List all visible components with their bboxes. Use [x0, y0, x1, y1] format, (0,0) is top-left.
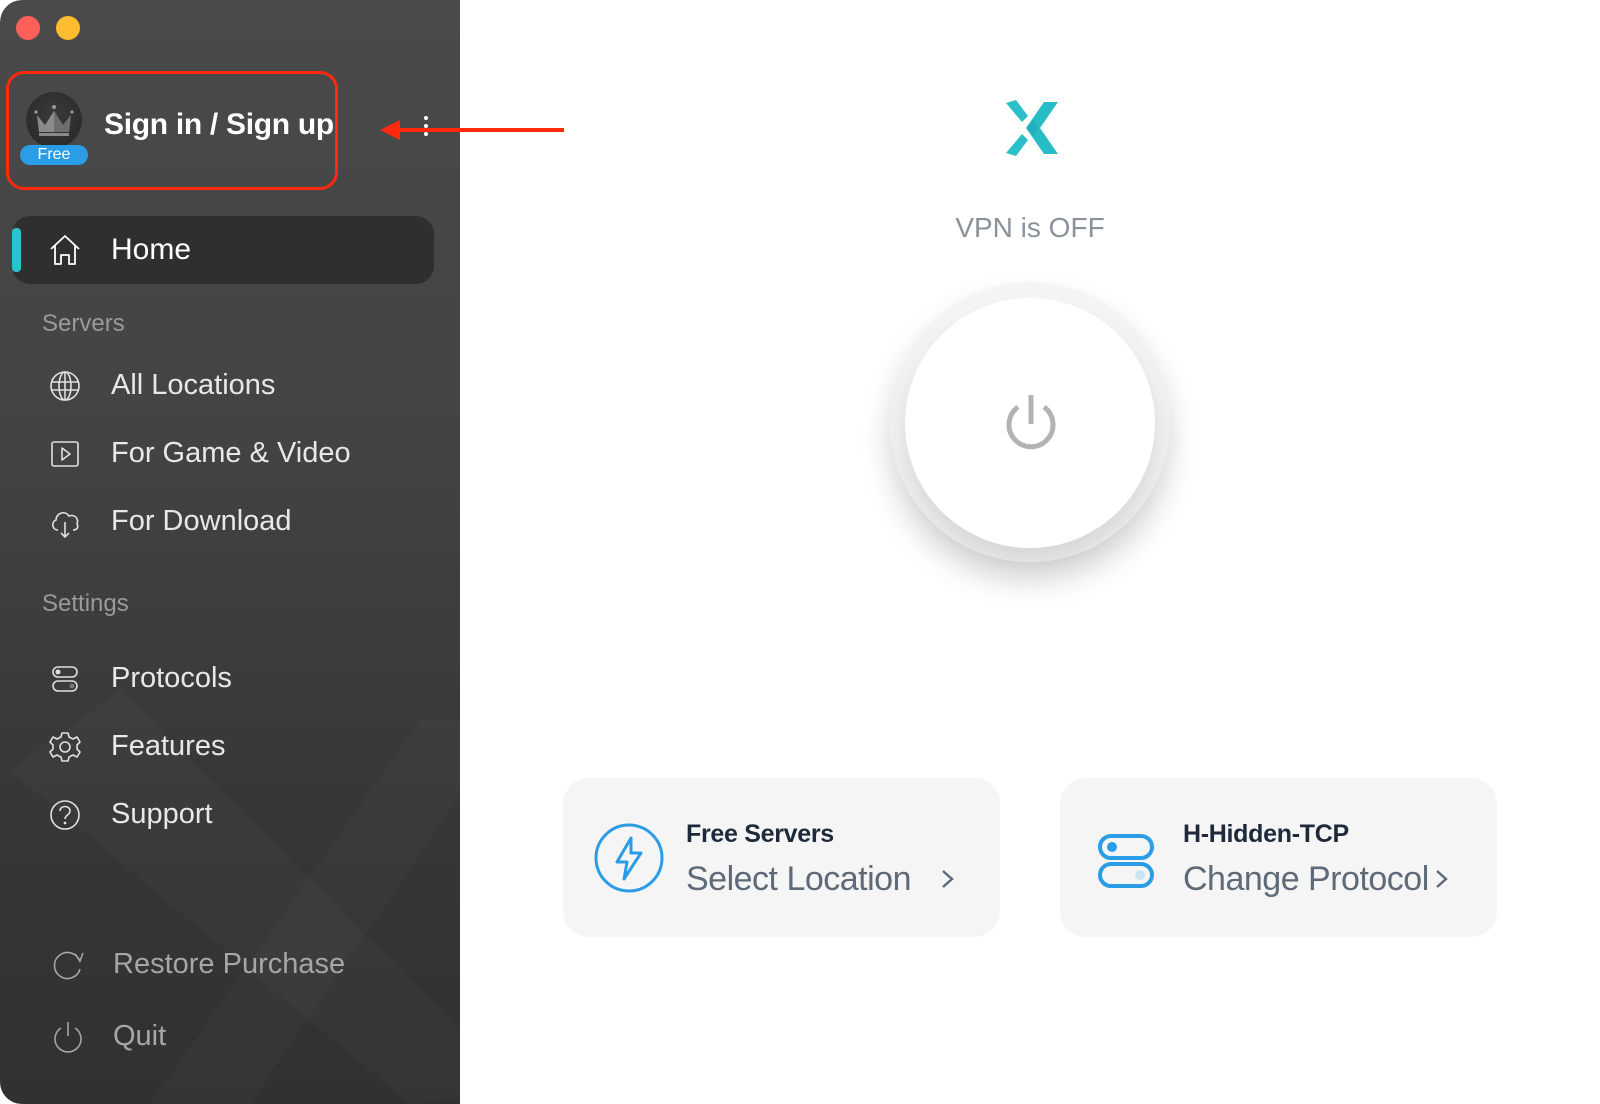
sidebar-item-label: For Download: [111, 505, 292, 537]
app-window: Free Sign in / Sign up Home Servers All …: [0, 0, 1600, 1104]
sidebar-item-label: Support: [111, 798, 213, 830]
sidebar-item-label: Home: [111, 233, 192, 266]
power-icon: [1006, 395, 1056, 450]
active-indicator: [12, 228, 21, 272]
chevron-right-icon: [942, 870, 954, 888]
sidebar-item-label: All Locations: [111, 369, 276, 401]
sidebar-item-label: Features: [111, 730, 226, 762]
toggles-icon: [1098, 834, 1154, 888]
sidebar-item-protocols[interactable]: Protocols: [0, 650, 460, 706]
play-icon: [51, 441, 79, 467]
sidebar-item-support[interactable]: Support: [0, 786, 460, 842]
sidebar-item-label: Protocols: [111, 662, 232, 694]
section-label-settings: Settings: [42, 590, 129, 617]
home-icon: [50, 235, 80, 265]
refresh-icon: [53, 951, 84, 980]
kebab-menu-icon[interactable]: [420, 116, 432, 144]
signin-label: Sign in / Sign up: [104, 108, 334, 141]
avatar: [26, 92, 82, 148]
x-vpn-logo: [1006, 100, 1058, 156]
restore-purchase-button[interactable]: Restore Purchase: [0, 936, 460, 992]
protocol-card[interactable]: H-Hidden-TCP Change Protocol: [1060, 778, 1497, 937]
card-title: H-Hidden-TCP: [1183, 820, 1349, 848]
connect-button[interactable]: [905, 298, 1155, 548]
sidebar-item-all-locations[interactable]: All Locations: [0, 357, 460, 413]
sidebar-item-label: For Game & Video: [111, 437, 351, 469]
section-label-servers: Servers: [42, 310, 125, 337]
sidebar-item-download[interactable]: For Download: [0, 493, 460, 549]
card-subtitle: Change Protocol: [1183, 860, 1429, 898]
toggles-icon: [52, 666, 78, 692]
lightning-icon: [594, 823, 664, 893]
account-signin-button[interactable]: Free Sign in / Sign up: [8, 72, 334, 188]
crown-icon: [34, 105, 74, 136]
power-icon: [54, 1022, 82, 1053]
sidebar-item-label: Quit: [113, 1020, 167, 1052]
sidebar-item-game-video[interactable]: For Game & Video: [0, 425, 460, 481]
card-title: Free Servers: [686, 820, 834, 848]
gear-icon: [49, 732, 81, 762]
help-icon: [50, 800, 80, 830]
cloud-download-icon: [52, 511, 79, 539]
vpn-status: VPN is OFF: [955, 212, 1105, 243]
sidebar-item-features[interactable]: Features: [0, 718, 460, 774]
quit-button[interactable]: Quit: [0, 1008, 460, 1064]
close-window-button[interactable]: [16, 16, 40, 40]
globe-icon: [50, 371, 80, 401]
sidebar: Free Sign in / Sign up Home Servers All …: [0, 0, 460, 1104]
server-location-card[interactable]: Free Servers Select Location: [563, 778, 1000, 937]
plan-badge: Free: [20, 145, 88, 165]
sidebar-item-home[interactable]: Home: [12, 216, 434, 284]
card-subtitle: Select Location: [686, 860, 912, 898]
minimize-window-button[interactable]: [56, 16, 80, 40]
sidebar-item-label: Restore Purchase: [113, 948, 346, 980]
chevron-right-icon: [1436, 870, 1448, 888]
